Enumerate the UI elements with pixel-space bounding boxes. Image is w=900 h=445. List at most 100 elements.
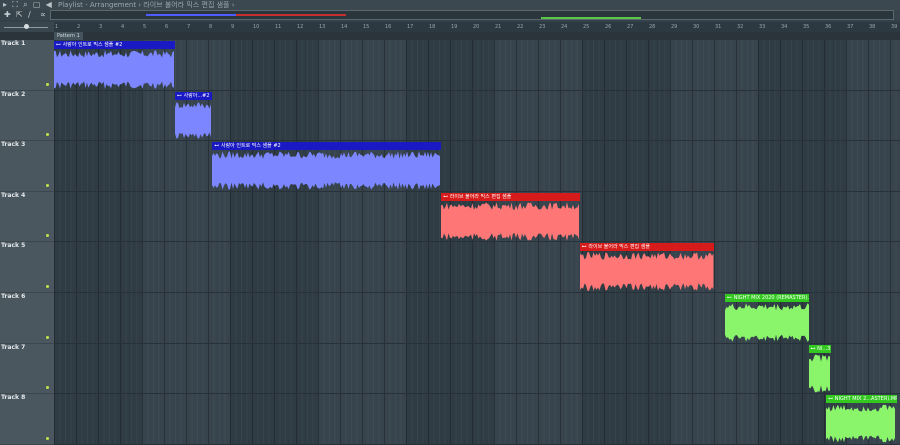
ruler-bar-number: 19: [451, 24, 458, 30]
track-mute-led[interactable]: [46, 133, 49, 137]
track-header[interactable]: Track 5: [0, 242, 54, 293]
song-overview[interactable]: [50, 10, 894, 20]
track-divider: [54, 393, 900, 395]
menu-arrow-icon[interactable]: ▸: [3, 0, 7, 10]
ruler-bar-number: 16: [385, 24, 392, 30]
pattern-bar: [0, 32, 900, 40]
clip-waveform: [54, 49, 175, 90]
ruler-bar-number: 34: [781, 24, 788, 30]
clip-name: ⊷ 라이브 불어라 믹스 편집 샘플: [579, 243, 714, 252]
track-divider: [54, 190, 900, 192]
track-divider: [54, 140, 900, 142]
ruler-bar-number: 20: [473, 24, 480, 30]
timeline-ruler[interactable]: 1 2 3 4 5 6 7 8 9 10 11 12 13 14 15 16 17 18 19 20 21 22 23 24 2…: [54, 22, 900, 32]
clip-waveform: [579, 251, 714, 292]
ruler-bar-number: 27: [627, 24, 634, 30]
track-header[interactable]: Track 1: [0, 40, 54, 91]
clip-waveform: [808, 353, 831, 394]
title-bar: ▸ ⛶ ⌕ ▢ ◀ Playlist - Arrangement › 라이브 불…: [0, 0, 900, 10]
ruler-bar-number: 3: [99, 24, 103, 30]
playlist-grid[interactable]: ⊷ 사랑아 인트로 믹스 샘플 #2 ⊷ 사랑아...#2 ⊷ 사랑아 인트로 믹스…: [54, 40, 900, 445]
audio-clip[interactable]: ⊷ NIGHT MIX 2020 (REMASTER).MP3: [725, 294, 809, 343]
ruler-bar-number: 18: [429, 24, 436, 30]
ruler-bar-number: 1: [55, 24, 59, 30]
overview-marker-blue: [146, 14, 236, 16]
select-tool-icon[interactable]: ⇱: [16, 10, 23, 20]
ruler-bar-number: 24: [561, 24, 568, 30]
slice-tool-icon[interactable]: ∕: [28, 10, 31, 20]
ruler-bar-number: 32: [737, 24, 744, 30]
ruler-bar-number: 14: [341, 24, 348, 30]
ruler-bar-number: 30: [693, 24, 700, 30]
track-divider: [54, 342, 900, 344]
window-title: Playlist - Arrangement › 라이브 불어라 믹스 편집 샘…: [58, 1, 235, 9]
track-mute-led[interactable]: [46, 234, 49, 238]
clip-name: ⊷ 라이브 불어라 믹스 편집 샘플: [441, 192, 580, 201]
zoom-slider[interactable]: [0, 22, 54, 32]
track-headers: Track 1 Track 2 Track 3 Track 4 Track 5 Track…: [0, 40, 54, 445]
track-label: Track 5: [1, 242, 26, 250]
track-header[interactable]: Track 8: [0, 394, 54, 445]
ruler-bar-number: 21: [495, 24, 502, 30]
ruler-bar-number: 33: [759, 24, 766, 30]
track-label: Track 3: [1, 141, 26, 149]
ruler-bar-number: 7: [187, 24, 191, 30]
audio-clip[interactable]: ⊷ 라이브 불어라 믹스 편집 샘플: [441, 192, 580, 242]
ruler-bar-number: 10: [253, 24, 260, 30]
draw-tool-icon[interactable]: ✚: [4, 10, 11, 20]
track-label: Track 7: [1, 343, 26, 351]
track-mute-led[interactable]: [46, 386, 49, 390]
ruler-bar-number: 12: [297, 24, 304, 30]
track-header[interactable]: Track 4: [0, 192, 54, 243]
track-divider: [54, 241, 900, 243]
clip-name: ⊷ NIGHT MIX 2...ASTER).MP3: [826, 395, 897, 404]
clip-waveform: [441, 201, 580, 242]
audio-clip[interactable]: ⊷ NIGHT MIX 2...ASTER).MP3: [826, 395, 897, 444]
ruler-bar-number: 13: [319, 24, 326, 30]
track-mute-led[interactable]: [46, 284, 49, 288]
track-label: Track 8: [1, 394, 26, 402]
clip-name: ⊷ NI...3: [808, 344, 831, 353]
audio-clip[interactable]: ⊷ 라이브 불어라 믹스 편집 샘플: [579, 243, 714, 292]
snap-button[interactable]: ∝: [40, 10, 46, 20]
ruler-bar-number: 11: [275, 24, 282, 30]
track-mute-led[interactable]: [46, 183, 49, 187]
pattern-selector[interactable]: Pattern 1: [54, 32, 83, 40]
track-mute-led[interactable]: [46, 436, 49, 440]
ruler-bar-number: 26: [605, 24, 612, 30]
ruler-bar-number: 4: [121, 24, 125, 30]
ruler-bar-number: 22: [517, 24, 524, 30]
ruler-bar-number: 17: [407, 24, 414, 30]
speaker-icon[interactable]: ◀: [46, 0, 52, 10]
track-label: Track 1: [1, 40, 26, 47]
track-divider: [54, 89, 900, 91]
track-header[interactable]: Track 3: [0, 141, 54, 192]
track-mute-led[interactable]: [46, 82, 49, 86]
track-label: Track 6: [1, 293, 26, 300]
ruler-bar-number: 5: [143, 24, 147, 30]
ruler-bar-number: 36: [825, 24, 832, 30]
audio-clip[interactable]: ⊷ 사랑아...#2: [175, 91, 213, 141]
track-label: Track 2: [1, 90, 26, 98]
ruler-bar-number: 39: [891, 24, 898, 30]
track-header[interactable]: Track 2: [0, 91, 54, 142]
clip-name: ⊷ 사랑아 인트로 믹스 샘플 #2: [212, 142, 442, 151]
clip-waveform: [826, 403, 896, 444]
zoom-icon[interactable]: ⌕: [23, 0, 27, 10]
ruler-bar-number: 2: [77, 24, 81, 30]
audio-clip[interactable]: ⊷ 사랑아 인트로 믹스 샘플 #2: [212, 142, 442, 191]
audio-clip[interactable]: ⊷ 사랑아 인트로 믹스 샘플 #2: [54, 41, 175, 90]
ruler-bar-number: 29: [671, 24, 678, 30]
track-mute-led[interactable]: [46, 335, 49, 339]
ruler-bar-number: 28: [649, 24, 656, 30]
detach-icon[interactable]: ▢: [33, 0, 41, 10]
clip-waveform: [212, 150, 441, 191]
clip-waveform: [175, 100, 212, 141]
ruler-bar-number: 37: [847, 24, 854, 30]
maximize-icon[interactable]: ⛶: [12, 0, 18, 10]
track-header[interactable]: Track 7: [0, 344, 54, 395]
track-label: Track 4: [1, 191, 26, 199]
track-header[interactable]: Track 6: [0, 293, 54, 344]
audio-clip[interactable]: ⊷ NI...3: [808, 344, 831, 394]
overview-marker-red: [236, 14, 346, 16]
